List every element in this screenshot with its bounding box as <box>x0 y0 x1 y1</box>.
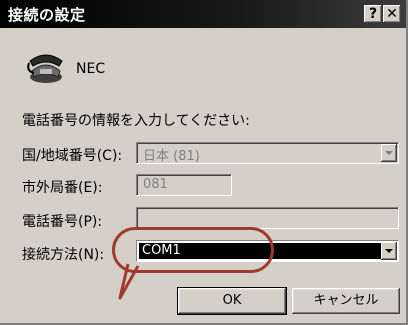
area-code-input[interactable]: 081 <box>136 174 232 196</box>
phone-number-label: 電話番号(P): <box>22 214 103 230</box>
phone-number-input[interactable] <box>136 207 399 229</box>
country-value: 日本 (81) <box>143 149 200 164</box>
callout-pointer <box>118 263 140 300</box>
dropdown-arrow-icon[interactable] <box>381 242 397 260</box>
area-code-label: 市外局番(E): <box>22 180 103 196</box>
connection-settings-dialog: 接続の設定 ? ✕ NEC 電話番号の情報を入力してください: 国/地域番号(C… <box>0 0 408 325</box>
telephone-icon <box>27 54 63 83</box>
country-label: 国/地域番号(C): <box>22 148 123 164</box>
close-button[interactable]: ✕ <box>383 5 401 23</box>
connection-name: NEC <box>76 61 106 77</box>
ok-button[interactable]: OK <box>177 287 287 315</box>
window-title: 接続の設定 <box>8 6 86 24</box>
title-bar[interactable]: 接続の設定 ? ✕ <box>0 0 406 28</box>
dropdown-arrow-icon[interactable] <box>381 144 397 162</box>
country-select[interactable]: 日本 (81) <box>136 142 399 164</box>
connect-using-label: 接続方法(N): <box>22 247 105 263</box>
cancel-button[interactable]: キャンセル <box>292 288 400 314</box>
instruction-text: 電話番号の情報を入力してください: <box>22 113 250 129</box>
help-button[interactable]: ? <box>364 5 382 23</box>
area-code-value: 081 <box>143 177 168 192</box>
